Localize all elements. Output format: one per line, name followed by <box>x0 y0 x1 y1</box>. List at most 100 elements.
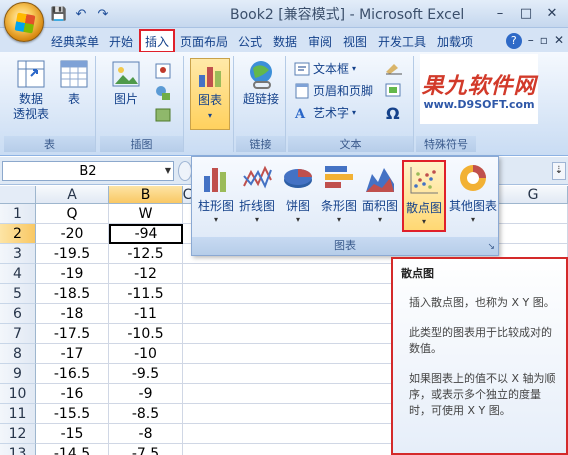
office-button[interactable] <box>4 2 44 42</box>
cell-a[interactable]: -15 <box>36 424 109 444</box>
smartart-icon[interactable] <box>154 106 172 124</box>
cell-b[interactable]: -7.5 <box>109 444 183 455</box>
cell-b[interactable]: -8.5 <box>109 404 183 424</box>
row-header[interactable]: 12 <box>0 424 36 444</box>
scatter-chart-button[interactable]: 散点图 ▾ <box>402 160 446 232</box>
tab-page-layout[interactable]: 页面布局 <box>177 30 231 52</box>
scatter-chart-tooltip: 散点图 插入散点图，也称为 X Y 图。 此类型的图表用于比较成对的数值。 如果… <box>391 257 568 455</box>
row-header[interactable]: 5 <box>0 284 36 304</box>
name-box-dropdown-icon[interactable]: ▼ <box>165 166 171 175</box>
cell-b[interactable]: -10 <box>109 344 183 364</box>
close-button[interactable]: ✕ <box>540 3 564 23</box>
formula-bar-handle[interactable] <box>178 161 192 181</box>
cell-a[interactable]: -16 <box>36 384 109 404</box>
cell-b[interactable]: -11.5 <box>109 284 183 304</box>
cell-a[interactable]: -17 <box>36 344 109 364</box>
row-header[interactable]: 13 <box>0 444 36 455</box>
tab-developer[interactable]: 开发工具 <box>375 30 429 52</box>
cell-a[interactable]: -14.5 <box>36 444 109 455</box>
active-cell-b2[interactable]: -94 <box>109 224 183 244</box>
cell-b[interactable]: -9.5 <box>109 364 183 384</box>
cell-a[interactable]: -19.5 <box>36 244 109 264</box>
minimize-button[interactable]: – <box>488 3 512 23</box>
maximize-button[interactable]: □ <box>514 3 538 23</box>
pivot-table-button[interactable]: 数据 透视表 <box>8 58 54 122</box>
row-header[interactable]: 3 <box>0 244 36 264</box>
wordart-button[interactable]: A 艺术字 ▾ <box>294 104 356 121</box>
cell-a[interactable]: -18.5 <box>36 284 109 304</box>
chart-button[interactable]: 图表 ▾ <box>190 58 230 130</box>
window-title: Book2 [兼容模式] - Microsoft Excel <box>230 7 465 23</box>
undo-icon[interactable]: ↶ <box>72 5 90 23</box>
hyperlink-label: 超链接 <box>242 92 279 106</box>
tables-group: 数据 透视表 表 表 <box>4 56 96 152</box>
cell-a[interactable]: -15.5 <box>36 404 109 424</box>
save-icon[interactable]: 💾 <box>50 5 68 23</box>
tab-formulas[interactable]: 公式 <box>235 30 265 52</box>
cell-b[interactable]: -12 <box>109 264 183 284</box>
tab-home[interactable]: 开始 <box>106 30 136 52</box>
ribbon-close-button[interactable]: ✕ <box>554 33 564 49</box>
symbol-icon[interactable]: Ω <box>386 104 400 123</box>
tab-view[interactable]: 视图 <box>340 30 370 52</box>
cell-a[interactable]: -18 <box>36 304 109 324</box>
cell-b[interactable]: -12.5 <box>109 244 183 264</box>
ribbon-minimize-button[interactable]: – <box>528 33 534 49</box>
signature-line-icon[interactable] <box>384 60 404 76</box>
table-button[interactable]: 表 <box>56 58 92 107</box>
tab-insert[interactable]: 插入 <box>139 29 175 53</box>
tab-add-ins[interactable]: 加载项 <box>434 30 476 52</box>
other-charts-button[interactable]: 其他图表 ▾ <box>449 160 497 232</box>
scatter-chart-icon <box>410 167 438 194</box>
cell-b[interactable]: W <box>109 204 183 224</box>
cell-a[interactable]: -16.5 <box>36 364 109 384</box>
textbox-button[interactable]: 文本框 ▾ <box>294 60 356 77</box>
row-header[interactable]: 10 <box>0 384 36 404</box>
column-chart-button[interactable]: 柱形图 ▾ <box>196 160 236 232</box>
tooltip-paragraph-2: 此类型的图表用于比较成对的数值。 <box>409 326 552 355</box>
name-box[interactable]: B2 ▼ <box>2 161 174 181</box>
cell-a[interactable]: -17.5 <box>36 324 109 344</box>
column-header-b[interactable]: B <box>109 186 183 204</box>
row-header[interactable]: 6 <box>0 304 36 324</box>
tab-review[interactable]: 审阅 <box>305 30 335 52</box>
cell-a[interactable]: -20 <box>36 224 109 244</box>
column-header-a[interactable]: A <box>36 186 109 204</box>
charts-group: 图表 ▾ <box>188 56 234 152</box>
hyperlink-button[interactable]: 超链接 <box>238 58 284 107</box>
column-header-g[interactable]: G <box>499 186 568 204</box>
row-header[interactable]: 2 <box>0 224 36 244</box>
ribbon-restore-button[interactable]: ▫ <box>540 33 548 49</box>
cell-b[interactable]: -10.5 <box>109 324 183 344</box>
tab-classic-menu[interactable]: 经典菜单 <box>48 30 102 52</box>
shapes-icon[interactable] <box>154 84 172 102</box>
row-header[interactable]: 7 <box>0 324 36 344</box>
cell-a[interactable]: Q <box>36 204 109 224</box>
row-header[interactable]: 9 <box>0 364 36 384</box>
cell-b[interactable]: -11 <box>109 304 183 324</box>
row-header[interactable]: 8 <box>0 344 36 364</box>
clip-art-icon[interactable] <box>154 62 172 80</box>
cell-b[interactable]: -9 <box>109 384 183 404</box>
tab-data[interactable]: 数据 <box>270 30 300 52</box>
help-icon[interactable]: ? <box>505 33 522 49</box>
illustrations-group-label: 插图 <box>100 136 183 152</box>
cell-a[interactable]: -19 <box>36 264 109 284</box>
redo-icon[interactable]: ↷ <box>94 5 112 23</box>
charts-group-label: 图表 <box>192 237 498 255</box>
pie-chart-button[interactable]: 饼图 ▾ <box>278 160 318 232</box>
object-icon[interactable] <box>384 82 404 98</box>
cell-b[interactable]: -8 <box>109 424 183 444</box>
header-footer-button[interactable]: 页眉和页脚 <box>294 82 373 99</box>
watermark-logo: 果九软件网 www.D9SOFT.com <box>420 54 538 124</box>
area-chart-button[interactable]: 面积图 ▾ <box>360 160 400 232</box>
dialog-launcher-icon[interactable]: ↘ <box>487 242 495 252</box>
picture-button[interactable]: 图片 <box>106 58 146 107</box>
row-header[interactable]: 11 <box>0 404 36 424</box>
row-header[interactable]: 4 <box>0 264 36 284</box>
formula-bar-expand-icon[interactable]: ⇣ <box>552 162 566 180</box>
bar-chart-button[interactable]: 条形图 ▾ <box>319 160 359 232</box>
row-header[interactable]: 1 <box>0 204 36 224</box>
select-all-corner[interactable] <box>0 186 36 204</box>
line-chart-button[interactable]: 折线图 ▾ <box>237 160 277 232</box>
